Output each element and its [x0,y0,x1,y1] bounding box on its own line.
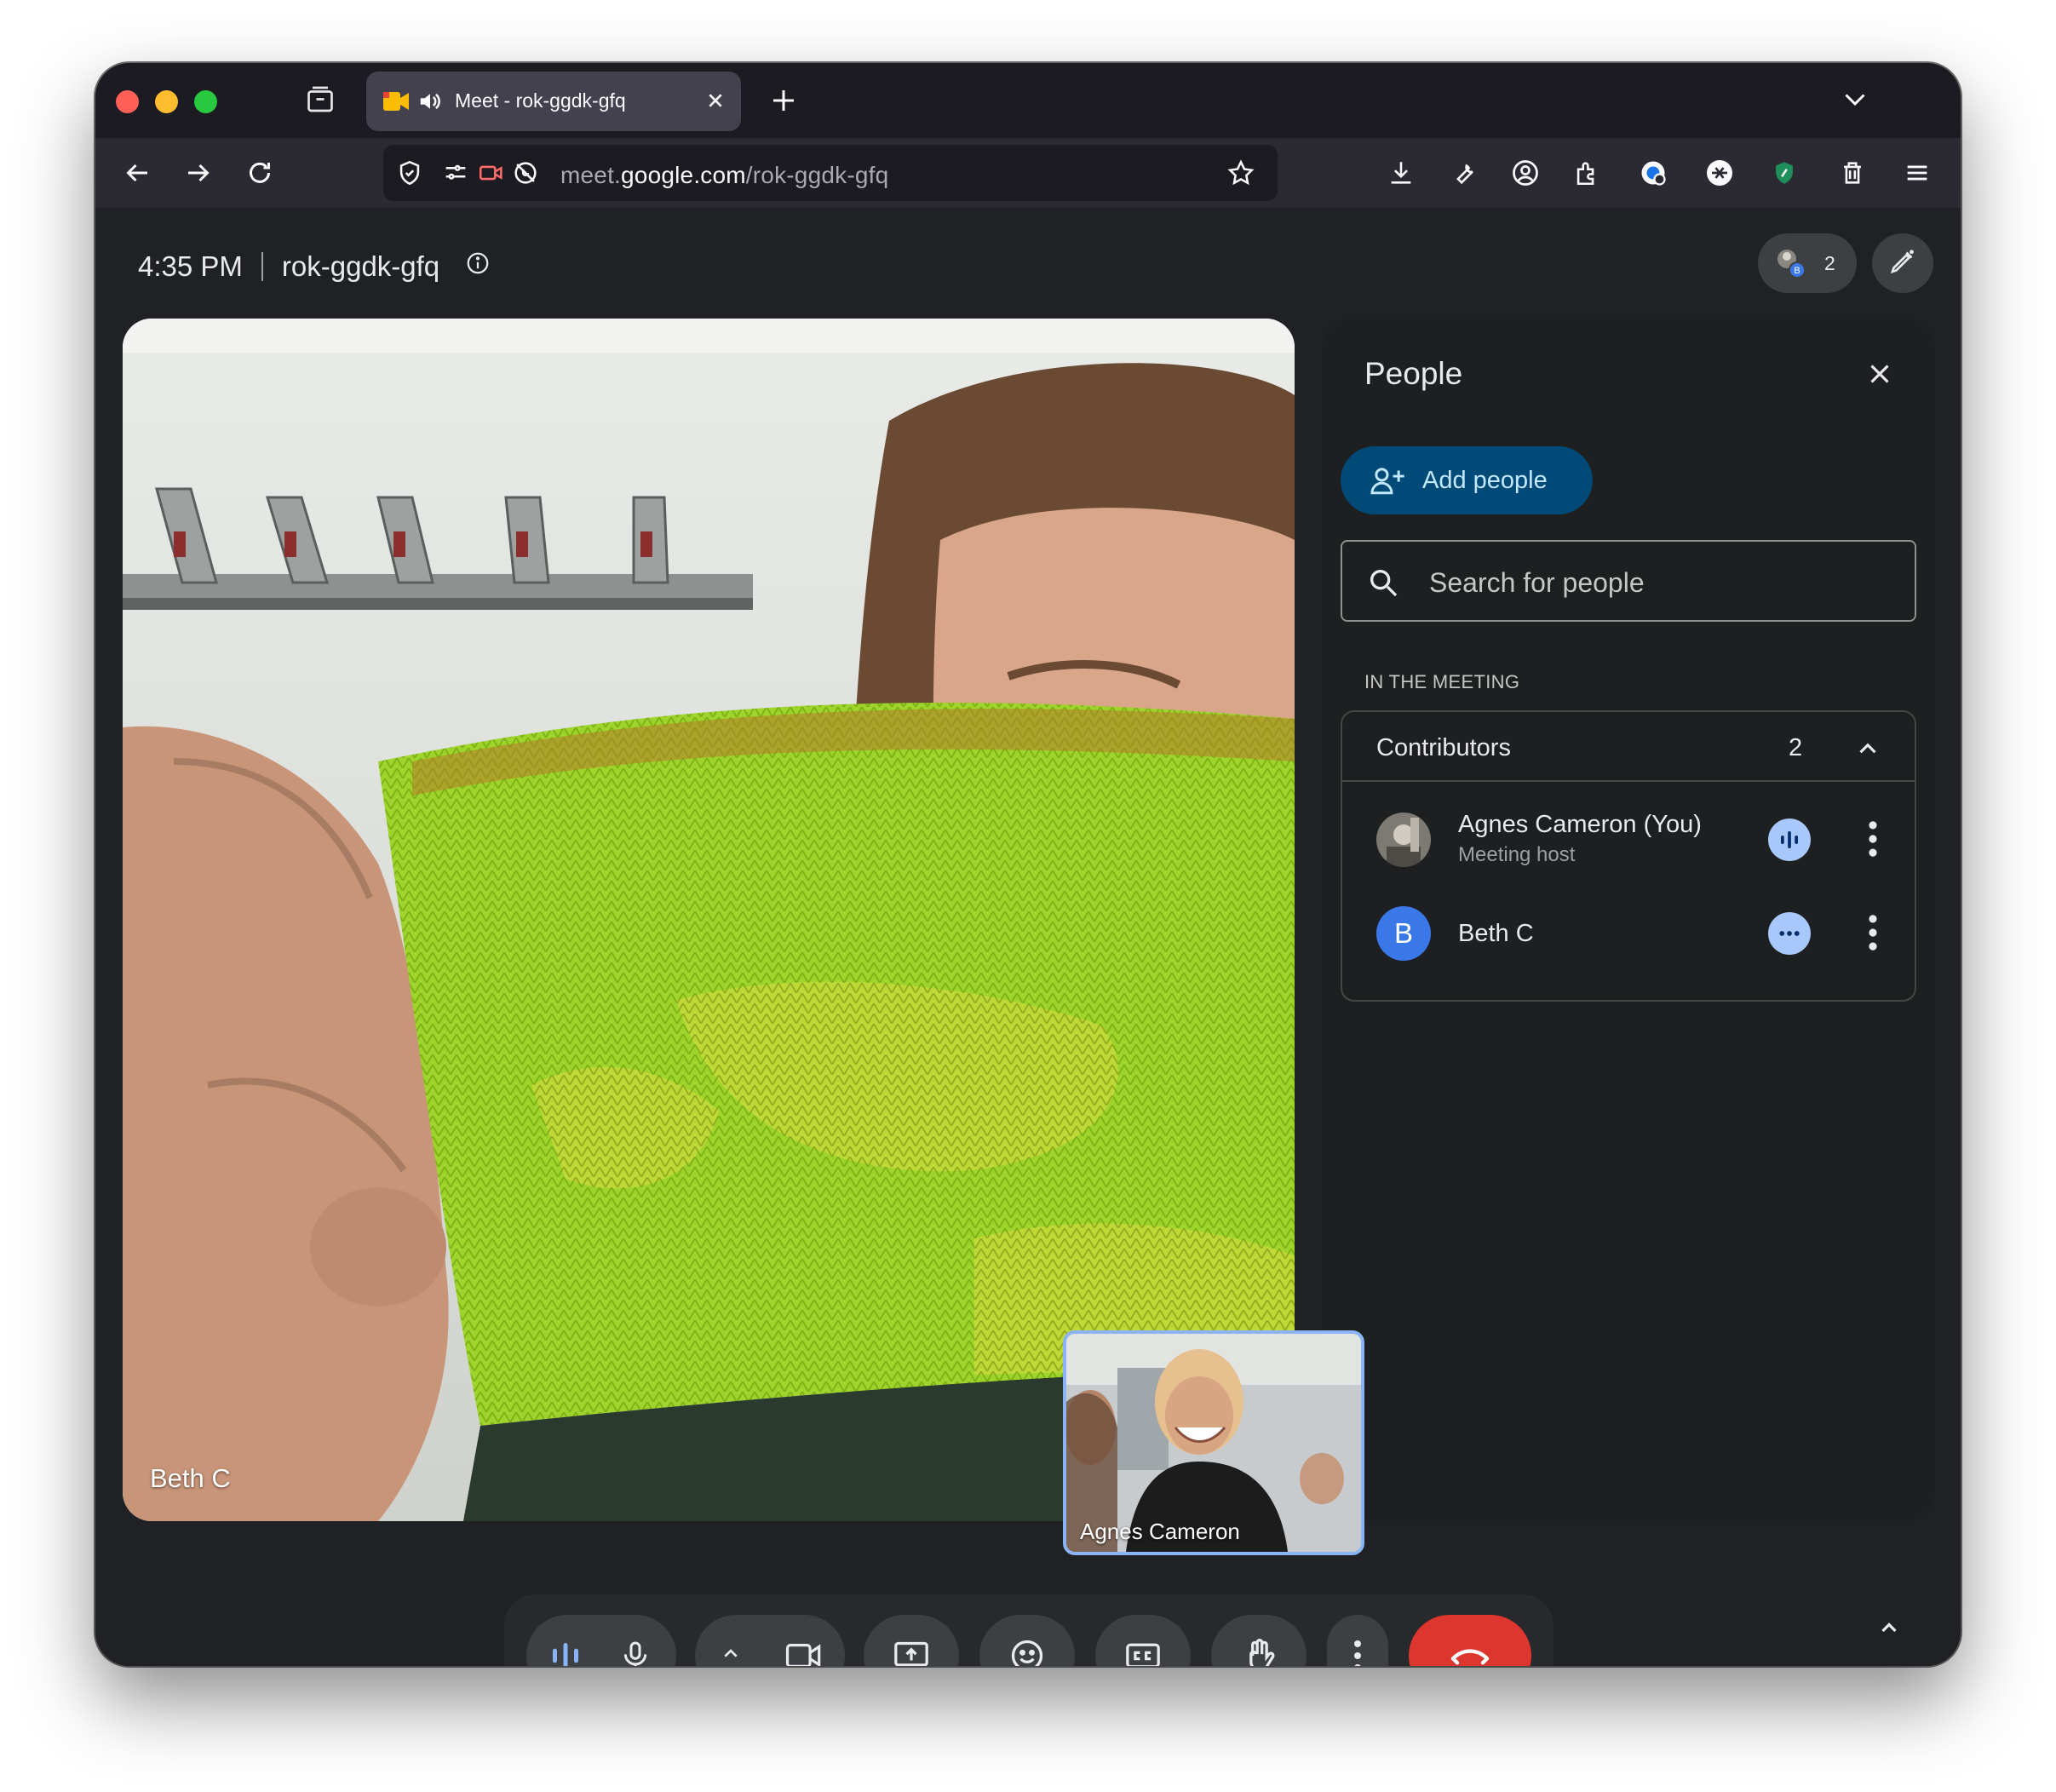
avatar [1376,813,1431,867]
back-icon[interactable] [119,155,155,191]
contributors-title: Contributors [1376,734,1511,761]
present-screen-button[interactable] [864,1615,959,1666]
vpn-extension-icon[interactable] [1635,155,1671,191]
google-meet-icon [383,90,411,117]
url-text: meet.google.com/rok-ggdk-gfq [560,162,889,188]
participant-name: Agnes Cameron (You) [1458,811,1702,838]
pen-sparkle-icon [1887,246,1918,281]
more-vert-icon[interactable] [1867,819,1879,863]
camera-button[interactable] [763,1615,845,1666]
navigation-toolbar: meet.google.com/rok-ggdk-gfq [95,138,1961,208]
closed-captions-icon [1126,1643,1160,1666]
url-bar[interactable]: meet.google.com/rok-ggdk-gfq [383,145,1278,201]
password-shield-icon[interactable] [1766,155,1802,191]
header-divider [261,252,263,281]
search-people-input[interactable]: Search for people [1341,540,1916,622]
microphone-icon [623,1641,647,1666]
meet-app: 4:35 PM rok-ggdk-gfq B 2 Beth C People A… [95,208,1961,1666]
audio-level-icon [1768,818,1811,861]
tab-meet[interactable]: Meet - rok-ggdk-gfq [366,72,741,131]
more-options-dots-icon [1768,912,1811,955]
microphone-muted-site-icon[interactable] [511,158,540,192]
speaker-icon[interactable] [417,89,443,118]
present-screen-icon [894,1641,928,1666]
reactions-button[interactable] [979,1615,1075,1666]
microphone-button[interactable] [594,1615,676,1666]
raise-hand-button[interactable] [1211,1615,1307,1666]
add-people-button[interactable]: Add people [1341,446,1593,514]
tab-groups-icon[interactable] [305,85,336,120]
captions-button[interactable] [1095,1615,1191,1666]
audio-level-bars-icon [548,1640,583,1666]
self-view-tile[interactable]: Agnes Cameron [1063,1330,1364,1555]
tracking-protection-shield-icon[interactable] [395,158,424,192]
close-panel-icon[interactable] [1864,358,1896,394]
whiteboard-pen-button[interactable] [1872,233,1933,293]
maximize-window-button[interactable] [194,90,217,113]
meeting-header: 4:35 PM rok-ggdk-gfq [138,245,491,288]
site-permissions-icon[interactable] [441,158,470,192]
contributors-header[interactable]: Contributors 2 [1342,712,1915,782]
wrench-icon[interactable] [1446,155,1482,191]
in-meeting-section-label: IN THE MEETING [1364,671,1520,692]
main-video-name: Beth C [150,1463,231,1493]
chevron-up-icon[interactable] [717,1640,744,1666]
more-vert-icon[interactable] [1867,913,1879,956]
video-camera-icon [785,1644,821,1666]
search-placeholder: Search for people [1429,567,1645,598]
extensions-puzzle-icon[interactable] [1569,155,1605,191]
participant-row[interactable]: B Beth C [1342,893,1915,978]
participant-row[interactable]: Agnes Cameron (You) Meeting host [1342,797,1915,882]
minimize-window-button[interactable] [155,90,178,113]
emoji-icon [1011,1640,1043,1666]
raise-hand-icon [1249,1639,1275,1666]
participant-name: Beth C [1458,920,1534,947]
chevron-up-icon[interactable] [1853,734,1882,767]
participants-indicator-button[interactable]: B 2 [1758,233,1857,293]
reload-icon[interactable] [242,155,278,191]
participant-role: Meeting host [1458,843,1576,866]
camera-in-use-icon[interactable] [477,158,506,192]
account-icon[interactable] [1508,155,1543,191]
close-tab-icon[interactable] [702,87,729,118]
meeting-time: 4:35 PM [138,250,243,282]
microphone-group [526,1615,676,1666]
people-panel: People Add people Search for people IN T… [1322,319,1935,1521]
extension-badge-icon[interactable] [1702,155,1737,191]
call-controls-bar [504,1594,1553,1666]
panel-title: People [1364,356,1463,391]
more-vert-icon [1354,1640,1361,1666]
svg-text:B: B [1794,266,1800,276]
browser-window: Meet - rok-ggdk-gfq meet.google.com/rok-… [95,63,1961,1666]
participant-avatars-icon: B [1770,245,1812,287]
contributors-count: 2 [1789,734,1803,761]
participant-count: 2 [1824,252,1835,274]
meeting-code: rok-ggdk-gfq [281,250,440,282]
add-person-icon [1370,468,1404,495]
new-tab-icon[interactable] [768,85,799,120]
close-window-button[interactable] [116,90,139,113]
tab-strip: Meet - rok-ggdk-gfq [95,63,1961,138]
contributors-group: Contributors 2 Agnes Cameron (You) Meeti… [1341,710,1916,1002]
camera-group [695,1615,845,1666]
forward-icon[interactable] [181,155,216,191]
more-options-button[interactable] [1327,1615,1388,1666]
hang-up-icon [1450,1649,1490,1665]
tab-title: Meet - rok-ggdk-gfq [455,89,626,112]
search-icon [1370,570,1398,597]
trash-icon[interactable] [1835,155,1870,191]
meeting-info-icon[interactable] [465,250,491,283]
menu-hamburger-icon[interactable] [1899,155,1935,191]
bookmark-star-icon[interactable] [1226,158,1255,192]
list-all-tabs-icon[interactable] [1840,83,1870,118]
self-view-name: Agnes Cameron [1080,1519,1240,1544]
downloads-icon[interactable] [1383,155,1419,191]
avatar: B [1376,906,1431,961]
leave-call-button[interactable] [1409,1615,1531,1666]
chevron-up-icon[interactable] [1874,1613,1904,1648]
add-people-label: Add people [1422,466,1548,494]
